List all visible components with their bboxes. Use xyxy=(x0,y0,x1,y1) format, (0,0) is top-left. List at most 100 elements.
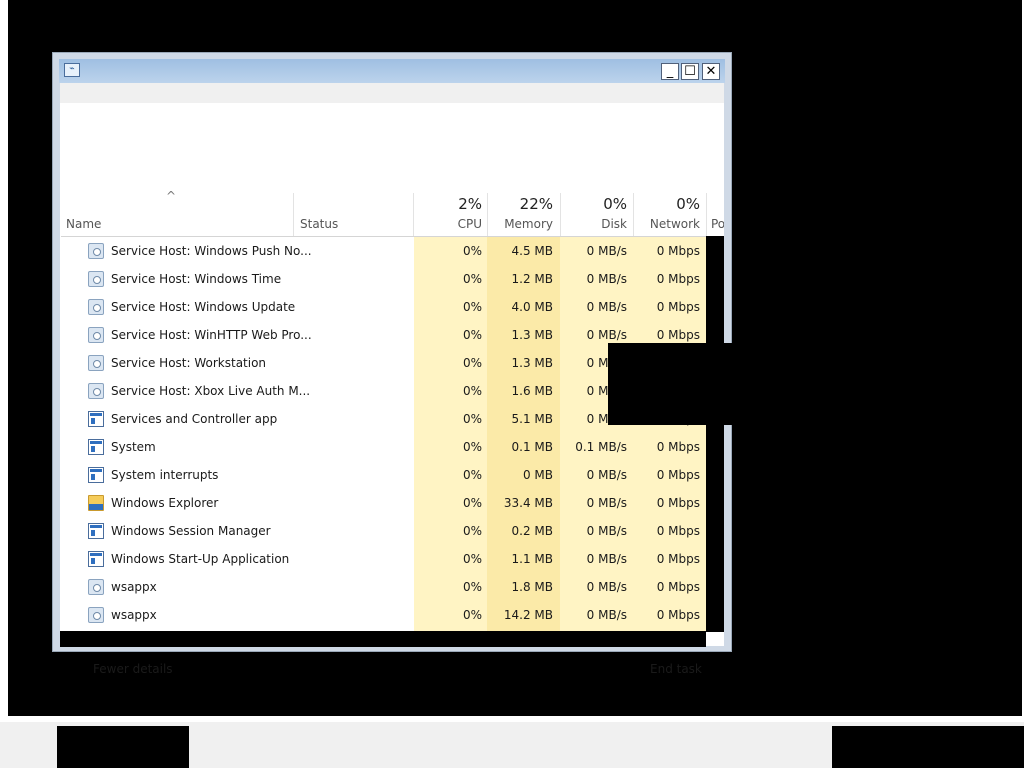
process-disk: 0 MB/s xyxy=(586,272,627,286)
process-cpu: 0% xyxy=(462,384,482,398)
process-memory: 1.2 MB xyxy=(511,272,553,286)
process-network: 0 Mbps xyxy=(656,580,700,594)
column-header-power-partial[interactable]: Po xyxy=(711,217,724,231)
gear-icon xyxy=(88,607,104,623)
process-name: Service Host: Windows Update xyxy=(111,300,296,314)
process-name: Service Host: Xbox Live Auth M... xyxy=(111,384,311,398)
process-memory: 0.2 MB xyxy=(511,524,553,538)
process-disk: 0 MB/s xyxy=(586,552,627,566)
process-disk: 0 MB/s xyxy=(586,580,627,594)
process-row[interactable]: System interrupts 0% 0 MB 0 MB/s 0 Mbps xyxy=(60,461,706,489)
process-name: Service Host: WinHTTP Web Pro... xyxy=(111,328,312,342)
column-header-memory[interactable]: 22% Memory xyxy=(487,193,553,236)
process-row[interactable]: Windows Explorer 0% 33.4 MB 0 MB/s 0 Mbps xyxy=(60,489,706,517)
process-name: System interrupts xyxy=(111,468,219,482)
menu-band xyxy=(60,83,724,103)
process-name: wsappx xyxy=(111,608,157,622)
column-divider[interactable] xyxy=(293,193,294,236)
process-disk: 0.1 MB/s xyxy=(575,440,627,454)
app-window-icon xyxy=(88,523,104,539)
process-memory: 0 MB xyxy=(522,468,553,482)
gear-icon xyxy=(88,355,104,371)
process-cpu: 0% xyxy=(462,580,482,594)
column-header-cpu[interactable]: 2% CPU xyxy=(414,193,482,236)
memory-label: Memory xyxy=(504,217,553,231)
task-manager-app-icon: ⌁ xyxy=(64,63,80,77)
process-cpu: 0% xyxy=(462,272,482,286)
process-row[interactable]: Windows Session Manager 0% 0.2 MB 0 MB/s 0 M… xyxy=(60,517,706,545)
app-window-icon xyxy=(88,411,104,427)
column-divider[interactable] xyxy=(706,193,707,236)
minimize-button[interactable]: _ xyxy=(661,63,679,80)
gear-icon xyxy=(88,271,104,287)
process-list: Service Host: Windows Push No... 0% 4.5 MB… xyxy=(60,237,706,631)
column-header-name[interactable]: Name xyxy=(66,217,101,231)
process-row[interactable]: System 0% 0.1 MB 0.1 MB/s 0 Mbps xyxy=(60,433,706,461)
process-memory: 4.0 MB xyxy=(511,300,553,314)
redacted-taskbar-item xyxy=(57,726,189,768)
process-disk: 0 MB/s xyxy=(586,300,627,314)
process-network: 0 Mbps xyxy=(656,496,700,510)
process-cpu: 0% xyxy=(462,468,482,482)
cpu-label: CPU xyxy=(457,217,482,231)
process-network: 0 Mbps xyxy=(656,440,700,454)
process-name: Services and Controller app xyxy=(111,412,278,426)
process-network: 0 Mbps xyxy=(656,608,700,622)
process-disk: 0 MB/s xyxy=(586,608,627,622)
process-name: Windows Explorer xyxy=(111,496,219,510)
redacted-region xyxy=(608,343,732,425)
process-name: Windows Session Manager xyxy=(111,524,271,538)
redacted-scrollbar-region xyxy=(60,631,706,647)
process-name: Service Host: Windows Push No... xyxy=(111,244,312,258)
gear-icon xyxy=(88,383,104,399)
gear-icon xyxy=(88,579,104,595)
process-name: System xyxy=(111,440,156,454)
process-memory: 5.1 MB xyxy=(511,412,553,426)
process-memory: 1.8 MB xyxy=(511,580,553,594)
memory-total-percent: 22% xyxy=(519,195,553,213)
gear-icon xyxy=(88,299,104,315)
process-network: 0 Mbps xyxy=(656,552,700,566)
folder-icon xyxy=(88,495,104,511)
process-cpu: 0% xyxy=(462,356,482,370)
process-cpu: 0% xyxy=(462,524,482,538)
process-cpu: 0% xyxy=(462,440,482,454)
process-cpu: 0% xyxy=(462,300,482,314)
process-cpu: 0% xyxy=(462,412,482,426)
process-name: Service Host: Windows Time xyxy=(111,272,282,286)
network-label: Network xyxy=(649,217,700,231)
process-memory: 1.3 MB xyxy=(511,356,553,370)
process-row[interactable]: Service Host: Windows Time 0% 1.2 MB 0 MB/s… xyxy=(60,265,706,293)
gear-icon xyxy=(88,327,104,343)
process-row[interactable]: wsappx 0% 14.2 MB 0 MB/s 0 Mbps xyxy=(60,601,706,629)
maximize-button[interactable]: ☐ xyxy=(681,63,699,80)
network-total-percent: 0% xyxy=(676,195,700,213)
process-memory: 0.1 MB xyxy=(511,440,553,454)
disk-label: Disk xyxy=(601,217,627,231)
process-row[interactable]: Windows Start-Up Application 0% 1.1 MB 0 MB… xyxy=(60,545,706,573)
process-network: 0 Mbps xyxy=(656,300,700,314)
column-header-status[interactable]: Status xyxy=(300,217,338,231)
process-memory: 4.5 MB xyxy=(511,244,553,258)
cpu-total-percent: 2% xyxy=(458,195,482,213)
process-disk: 0 MB/s xyxy=(586,524,627,538)
column-header-disk[interactable]: 0% Disk xyxy=(560,193,627,236)
process-memory: 1.1 MB xyxy=(511,552,553,566)
app-window-icon xyxy=(88,467,104,483)
redacted-region xyxy=(706,236,724,632)
end-task-button[interactable]: End task xyxy=(650,662,702,676)
process-memory: 14.2 MB xyxy=(503,608,553,622)
fewer-details-button[interactable]: Fewer details xyxy=(93,662,173,676)
close-button[interactable]: ✕ xyxy=(702,63,720,80)
process-memory: 33.4 MB xyxy=(503,496,553,510)
process-row[interactable]: wsappx 0% 1.8 MB 0 MB/s 0 Mbps xyxy=(60,573,706,601)
process-row[interactable]: Service Host: Windows Push No... 0% 4.5 MB… xyxy=(60,237,706,265)
column-header-network[interactable]: 0% Network xyxy=(633,193,700,236)
process-name: Windows Start-Up Application xyxy=(111,552,290,566)
disk-total-percent: 0% xyxy=(603,195,627,213)
process-row[interactable]: Service Host: Windows Update 0% 4.0 MB 0 MB… xyxy=(60,293,706,321)
title-bar[interactable]: ⌁ _ ☐ ✕ xyxy=(59,59,725,83)
gear-icon xyxy=(88,243,104,259)
process-disk: 0 MB/s xyxy=(586,244,627,258)
process-name: Service Host: Workstation xyxy=(111,356,267,370)
